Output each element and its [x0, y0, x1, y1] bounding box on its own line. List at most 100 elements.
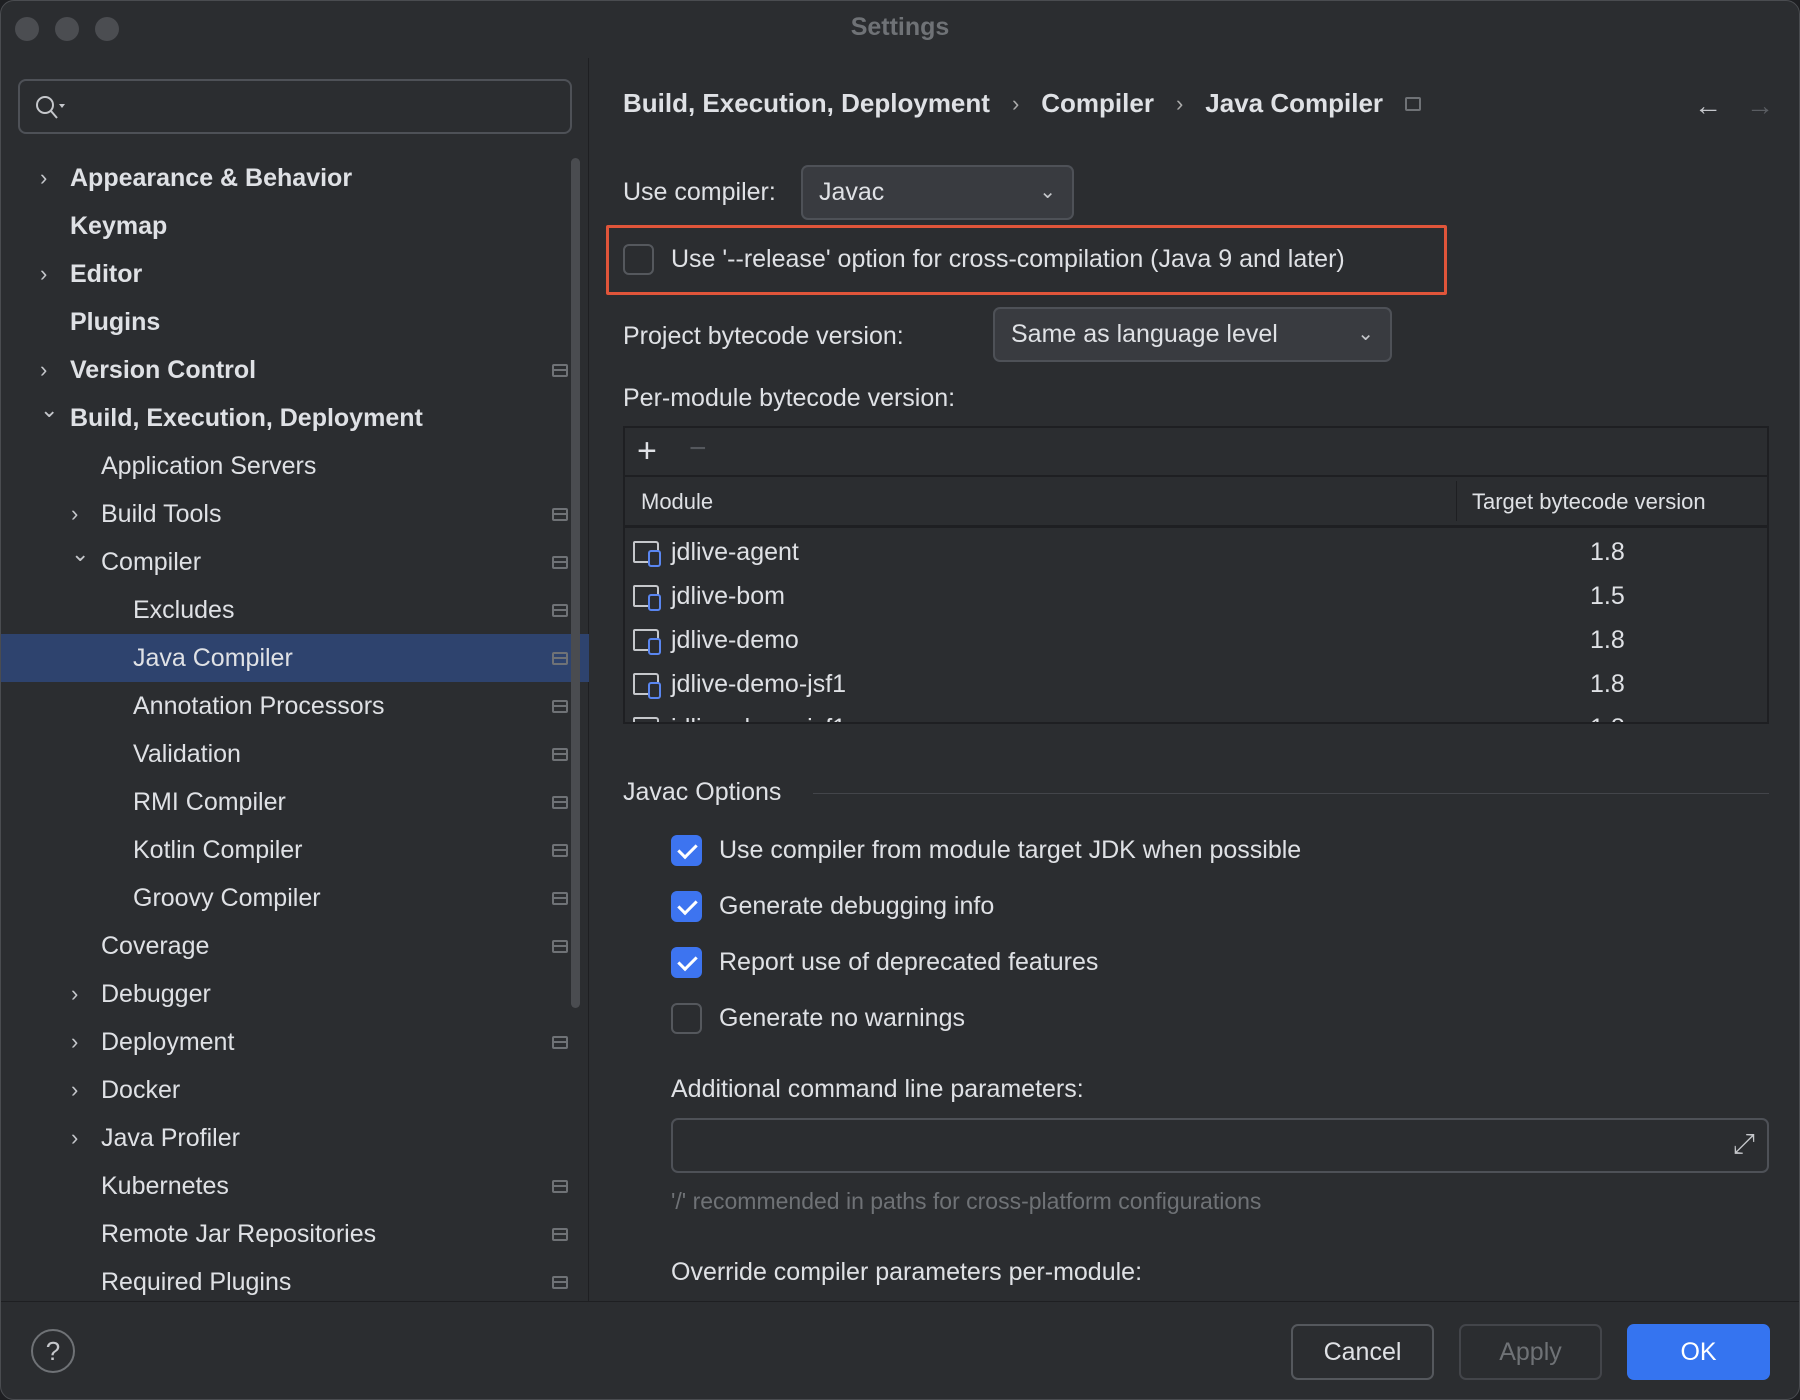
sidebar-item-version-control[interactable]: › Version Control — [1, 346, 589, 394]
sidebar-item-annotation-processors[interactable]: Annotation Processors — [1, 682, 589, 730]
sidebar-item-label: Docker — [101, 1076, 181, 1104]
sidebar-item-java-compiler[interactable]: Java Compiler — [1, 634, 589, 682]
sidebar-item-label: Compiler — [101, 548, 202, 576]
sidebar-item-label: Java Profiler — [101, 1124, 240, 1152]
help-button[interactable]: ? — [31, 1329, 75, 1373]
table-row[interactable]: jdlive-demo-jsf1 1.8 — [625, 662, 1767, 706]
project-bytecode-dropdown[interactable]: Same as language level ⌄ — [993, 307, 1392, 362]
sidebar-item-editor[interactable]: › Editor — [1, 250, 589, 298]
sidebar-item-label: Keymap — [70, 212, 168, 240]
sidebar-item-remote-jar-repositories[interactable]: Remote Jar Repositories — [1, 1210, 589, 1258]
chevron-right-icon[interactable]: › — [40, 250, 47, 298]
sidebar-item-build-execution-deployment[interactable]: ⌄ Build, Execution, Deployment — [1, 394, 589, 442]
sidebar-item-appearance-behavior[interactable]: › Appearance & Behavior — [1, 154, 589, 202]
sidebar-item-label: Debugger — [101, 980, 211, 1008]
chevron-down-icon[interactable]: ⌄ — [71, 530, 89, 578]
sidebar-item-label: Editor — [70, 260, 143, 288]
project-scope-icon — [552, 748, 568, 761]
project-scope-icon — [1405, 96, 1422, 111]
option-label[interactable]: Report use of deprecated features — [719, 948, 1098, 977]
module-name: jdlive-agent — [671, 538, 799, 566]
sidebar-item-label: Excludes — [133, 596, 235, 624]
chevron-right-icon[interactable]: › — [71, 1066, 78, 1114]
project-scope-icon — [552, 1276, 568, 1289]
ok-button[interactable]: OK — [1627, 1324, 1770, 1380]
sidebar-item-label: Application Servers — [101, 452, 317, 480]
settings-window: Settings › Appearance & Behavior Keymap › Ed… — [0, 0, 1800, 1400]
forward-arrow-icon[interactable]: → — [1746, 90, 1774, 122]
option-checkbox[interactable] — [671, 1003, 702, 1034]
sidebar-item-groovy-compiler[interactable]: Groovy Compiler — [1, 874, 589, 922]
column-header-module[interactable]: Module — [641, 477, 713, 526]
sidebar-item-kotlin-compiler[interactable]: Kotlin Compiler — [1, 826, 589, 874]
table-toolbar: + − — [625, 428, 1767, 477]
back-arrow-icon[interactable]: ← — [1694, 90, 1722, 122]
chevron-right-icon[interactable]: › — [71, 970, 78, 1018]
chevron-right-icon[interactable]: › — [40, 154, 47, 202]
chevron-right-icon: › — [1175, 90, 1184, 116]
chevron-right-icon[interactable]: › — [71, 1114, 78, 1162]
option-checkbox[interactable] — [671, 947, 702, 978]
settings-search-input[interactable] — [18, 79, 572, 134]
sidebar-item-keymap[interactable]: Keymap — [1, 202, 589, 250]
table-row[interactable]: jdlive-demo-jsf1-consumer 1.8 — [625, 706, 1767, 722]
expand-icon[interactable]: ⤢ — [1733, 1128, 1755, 1161]
sidebar-scrollbar[interactable] — [571, 158, 580, 1008]
breadcrumb-item[interactable]: Build, Execution, Deployment — [623, 88, 990, 119]
sidebar-item-application-servers[interactable]: Application Servers — [1, 442, 589, 490]
remove-icon[interactable]: − — [689, 432, 707, 466]
chevron-down-icon: ⌄ — [1357, 323, 1374, 345]
apply-button[interactable]: Apply — [1459, 1324, 1602, 1380]
sidebar-item-coverage[interactable]: Coverage — [1, 922, 589, 970]
module-version[interactable]: 1.8 — [1590, 706, 1625, 722]
sidebar-item-plugins[interactable]: Plugins — [1, 298, 589, 346]
project-scope-icon — [552, 700, 568, 713]
use-compiler-dropdown[interactable]: Javac ⌄ — [801, 165, 1074, 220]
module-folder-icon — [633, 717, 659, 722]
project-scope-icon — [552, 1036, 568, 1049]
option-label[interactable]: Generate debugging info — [719, 892, 994, 921]
sidebar-item-required-plugins[interactable]: Required Plugins — [1, 1258, 589, 1306]
table-row[interactable]: jdlive-bom 1.5 — [625, 574, 1767, 618]
release-option-checkbox[interactable] — [623, 244, 654, 275]
project-scope-icon — [552, 940, 568, 953]
column-header-version[interactable]: Target bytecode version — [1472, 477, 1706, 526]
add-icon[interactable]: + — [637, 432, 657, 471]
chevron-down-icon[interactable]: ⌄ — [40, 386, 58, 434]
option-checkbox[interactable] — [671, 835, 702, 866]
additional-params-input[interactable]: ⤢ — [671, 1118, 1769, 1173]
chevron-right-icon[interactable]: › — [71, 1018, 78, 1066]
sidebar-item-label: Remote Jar Repositories — [101, 1220, 377, 1248]
module-folder-icon — [633, 629, 661, 655]
breadcrumb: Build, Execution, Deployment › Compiler … — [623, 88, 1422, 119]
sidebar-item-docker[interactable]: › Docker — [1, 1066, 589, 1114]
sidebar-item-debugger[interactable]: › Debugger — [1, 970, 589, 1018]
option-label[interactable]: Generate no warnings — [719, 1004, 965, 1033]
sidebar-item-java-profiler[interactable]: › Java Profiler — [1, 1114, 589, 1162]
project-scope-icon — [552, 1180, 568, 1193]
module-version[interactable]: 1.5 — [1590, 574, 1625, 618]
table-row[interactable]: jdlive-demo 1.8 — [625, 618, 1767, 662]
column-divider[interactable] — [1456, 481, 1457, 521]
breadcrumb-item[interactable]: Compiler — [1041, 88, 1154, 119]
cancel-button[interactable]: Cancel — [1291, 1324, 1434, 1380]
sidebar-item-rmi-compiler[interactable]: RMI Compiler — [1, 778, 589, 826]
module-folder-icon — [633, 673, 661, 699]
option-checkbox[interactable] — [671, 891, 702, 922]
option-label[interactable]: Use compiler from module target JDK when… — [719, 836, 1301, 865]
module-version[interactable]: 1.8 — [1590, 530, 1625, 574]
sidebar-item-validation[interactable]: Validation — [1, 730, 589, 778]
per-module-table: + − Module Target bytecode version jdliv… — [623, 426, 1769, 724]
sidebar-item-kubernetes[interactable]: Kubernetes — [1, 1162, 589, 1210]
sidebar-item-compiler[interactable]: ⌄ Compiler — [1, 538, 589, 586]
module-name: jdlive-demo — [671, 626, 799, 654]
table-row[interactable]: jdlive-agent 1.8 — [625, 530, 1767, 574]
javac-options-section: Javac Options — [623, 778, 1769, 807]
sidebar-item-deployment[interactable]: › Deployment — [1, 1018, 589, 1066]
release-option-label[interactable]: Use '--release' option for cross-compila… — [671, 245, 1345, 274]
module-folder-icon — [633, 585, 661, 611]
module-version[interactable]: 1.8 — [1590, 662, 1625, 706]
sidebar-item-excludes[interactable]: Excludes — [1, 586, 589, 634]
module-folder-icon — [633, 541, 661, 567]
module-version[interactable]: 1.8 — [1590, 618, 1625, 662]
